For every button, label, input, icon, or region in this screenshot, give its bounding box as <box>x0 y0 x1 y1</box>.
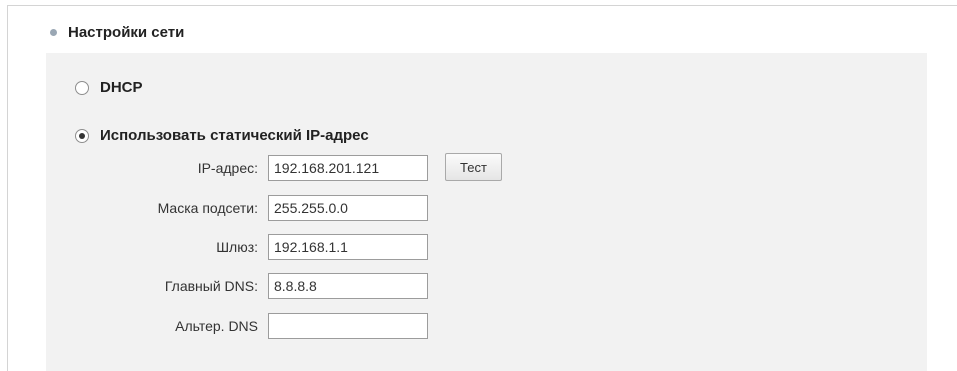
static-ip-option[interactable]: Использовать статический IP-адрес <box>75 127 369 144</box>
static-ip-radio[interactable] <box>75 128 89 143</box>
primary-dns-input[interactable] <box>268 273 428 299</box>
subnet-mask-label: Маска подсети: <box>157 200 258 216</box>
gateway-label: Шлюз: <box>216 239 258 255</box>
test-button[interactable]: Тест <box>445 153 502 181</box>
static-ip-label[interactable]: Использовать статический IP-адрес <box>100 127 369 144</box>
section-title: Настройки сети <box>68 23 185 41</box>
dhcp-label[interactable]: DHCP <box>100 79 143 96</box>
gateway-input[interactable] <box>268 234 428 260</box>
dhcp-radio[interactable] <box>75 80 89 95</box>
ip-address-input[interactable] <box>268 155 428 181</box>
subnet-mask-input[interactable] <box>268 195 428 221</box>
alternate-dns-label: Альтер. DNS <box>175 318 258 334</box>
section-header: Настройки сети <box>50 22 184 42</box>
ip-address-label: IP-адрес: <box>197 160 258 176</box>
primary-dns-label: Главный DNS: <box>164 278 258 294</box>
bullet-icon <box>50 28 57 36</box>
alternate-dns-input[interactable] <box>268 313 428 339</box>
dhcp-option[interactable]: DHCP <box>75 79 143 96</box>
